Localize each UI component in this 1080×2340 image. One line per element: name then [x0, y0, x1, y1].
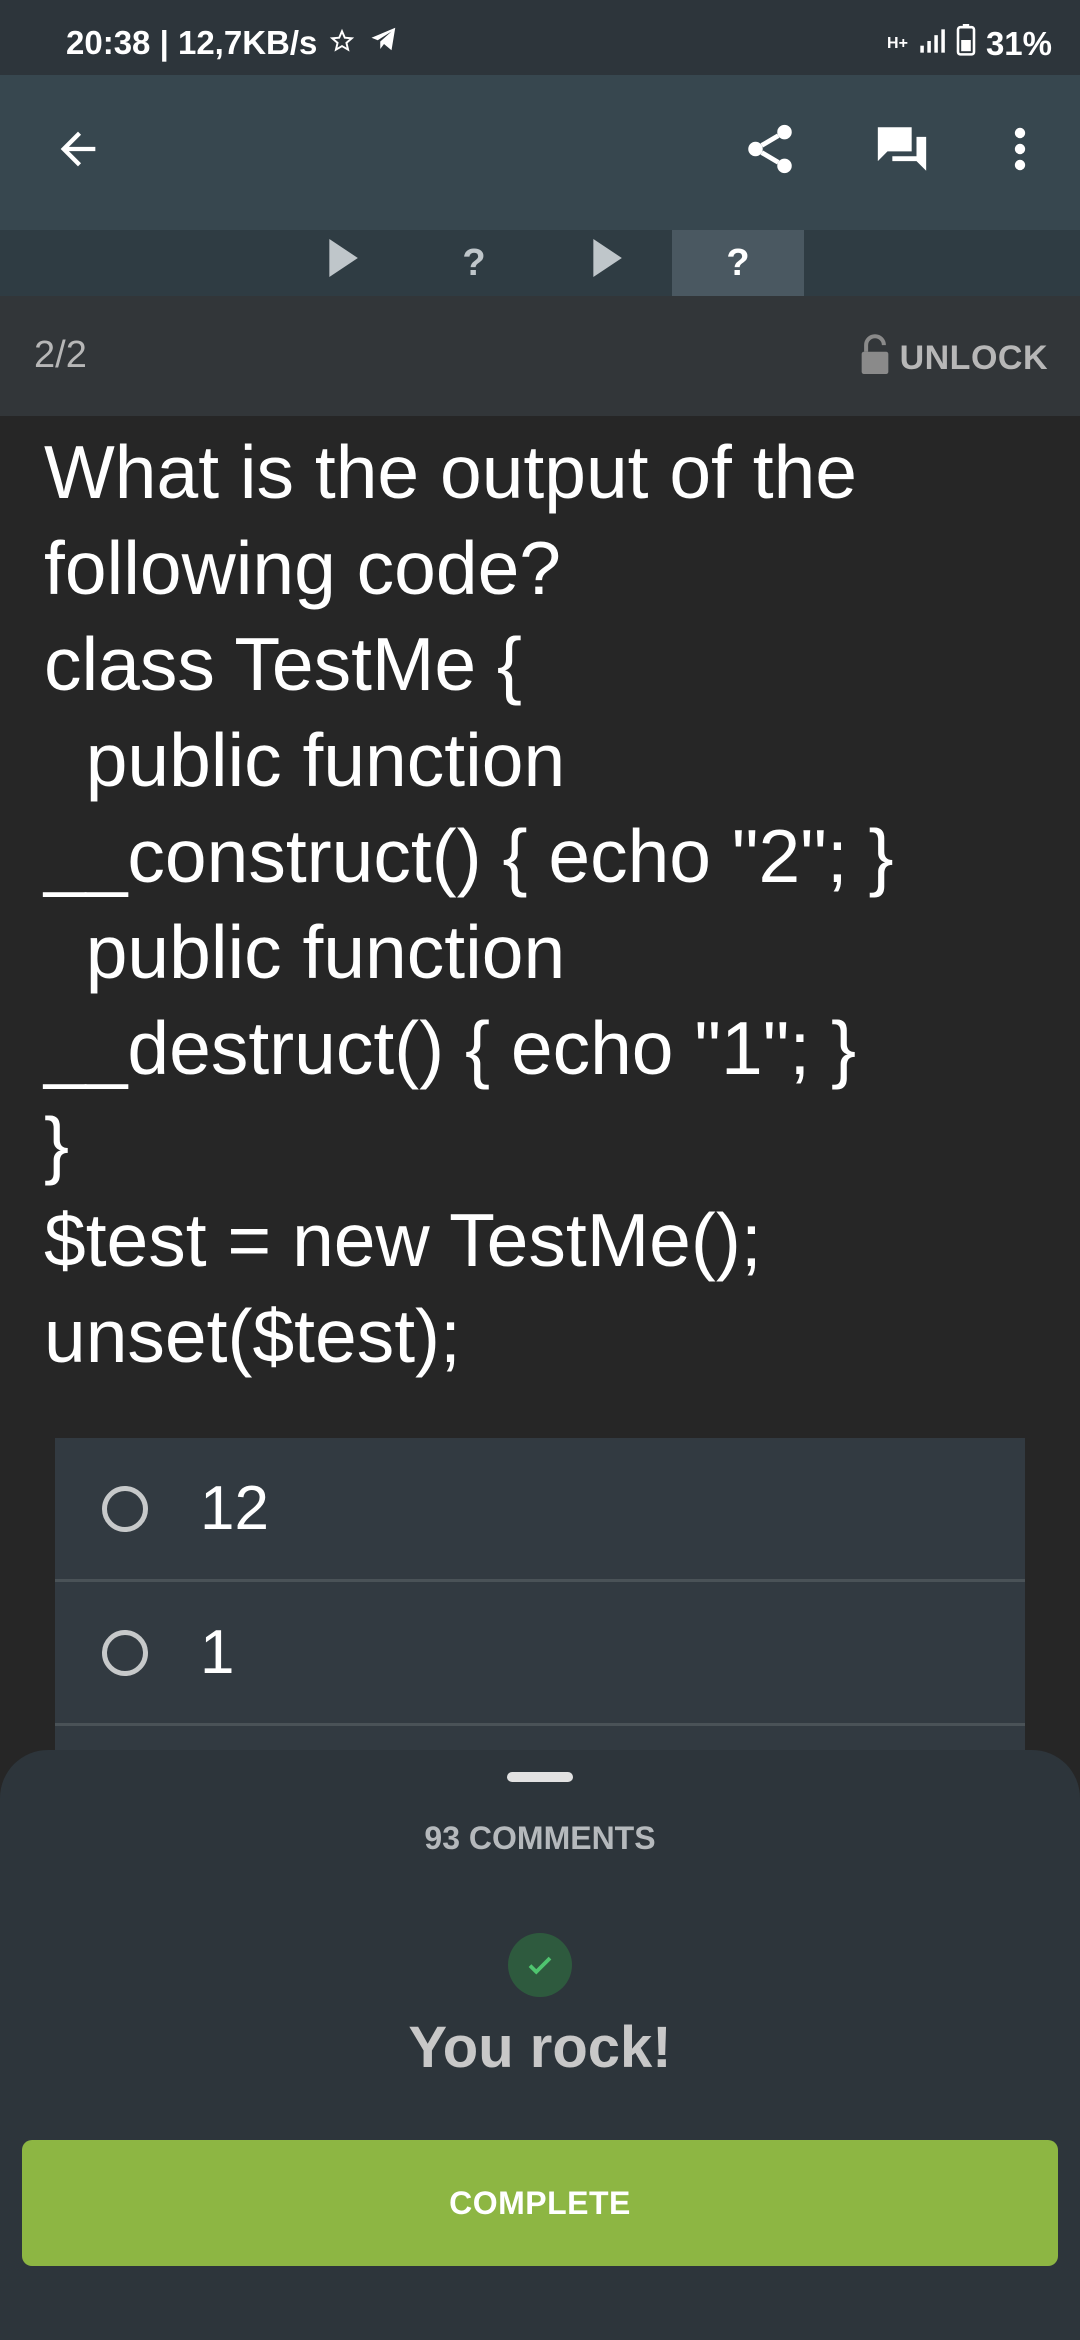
lesson-tabs: ? ?: [0, 230, 1080, 296]
question-counter: 2/2: [34, 334, 87, 376]
complete-label: COMPLETE: [449, 2184, 631, 2221]
question-text: What is the output of the following code…: [44, 430, 894, 1378]
result-message: You rock!: [408, 2015, 672, 2080]
tab-label: ?: [462, 241, 486, 284]
app-bar: [0, 75, 1080, 230]
answer-option[interactable]: 1: [55, 1582, 1025, 1726]
lock-icon: [858, 334, 892, 383]
chat-icon: [871, 120, 933, 183]
answer-label: 12: [200, 1474, 269, 1543]
share-button[interactable]: [732, 113, 808, 189]
share-icon: [741, 120, 799, 183]
battery-icon: [956, 24, 976, 64]
star-off-icon: [329, 24, 355, 62]
tab-label: ?: [726, 241, 750, 284]
tab-lesson-1[interactable]: [276, 230, 408, 296]
telegram-icon: [367, 24, 401, 62]
radio-button[interactable]: [102, 1629, 148, 1676]
status-bar: 20:38 | 12,7KB/s H+ 31%: [0, 0, 1080, 75]
more-vert-icon: [1013, 125, 1027, 178]
status-time-speed: 20:38 | 12,7KB/s: [66, 24, 318, 61]
play-icon: [325, 239, 359, 287]
unlock-button[interactable]: UNLOCK: [858, 334, 1048, 383]
status-left: 20:38 | 12,7KB/s: [66, 24, 401, 62]
arrow-left-icon: [52, 123, 104, 180]
signal-icon: [918, 25, 946, 63]
answer-list: 12 1: [55, 1438, 1025, 1758]
play-icon: [589, 239, 623, 287]
back-button[interactable]: [40, 113, 116, 189]
sheet-drag-handle[interactable]: [507, 1772, 573, 1782]
result-sheet: 93 COMMENTS You rock! COMPLETE: [0, 1750, 1080, 2340]
tab-lesson-2[interactable]: [540, 230, 672, 296]
progress-strip: 2/2 UNLOCK: [0, 296, 1080, 416]
tab-quiz-1[interactable]: ?: [408, 230, 540, 296]
radio-button[interactable]: [102, 1485, 148, 1532]
status-right: H+ 31%: [887, 24, 1052, 64]
unlock-label: UNLOCK: [899, 339, 1048, 377]
more-button[interactable]: [990, 113, 1050, 189]
check-icon: [508, 1933, 572, 1997]
complete-button[interactable]: COMPLETE: [22, 2140, 1058, 2266]
comments-link[interactable]: 93 COMMENTS: [0, 1820, 1080, 1857]
answer-option[interactable]: 12: [55, 1438, 1025, 1582]
answer-label: 1: [200, 1618, 235, 1687]
comments-button[interactable]: [862, 113, 942, 189]
network-type: H+: [887, 35, 908, 52]
battery-level: 31%: [985, 25, 1052, 62]
tab-quiz-2[interactable]: ?: [672, 230, 804, 296]
